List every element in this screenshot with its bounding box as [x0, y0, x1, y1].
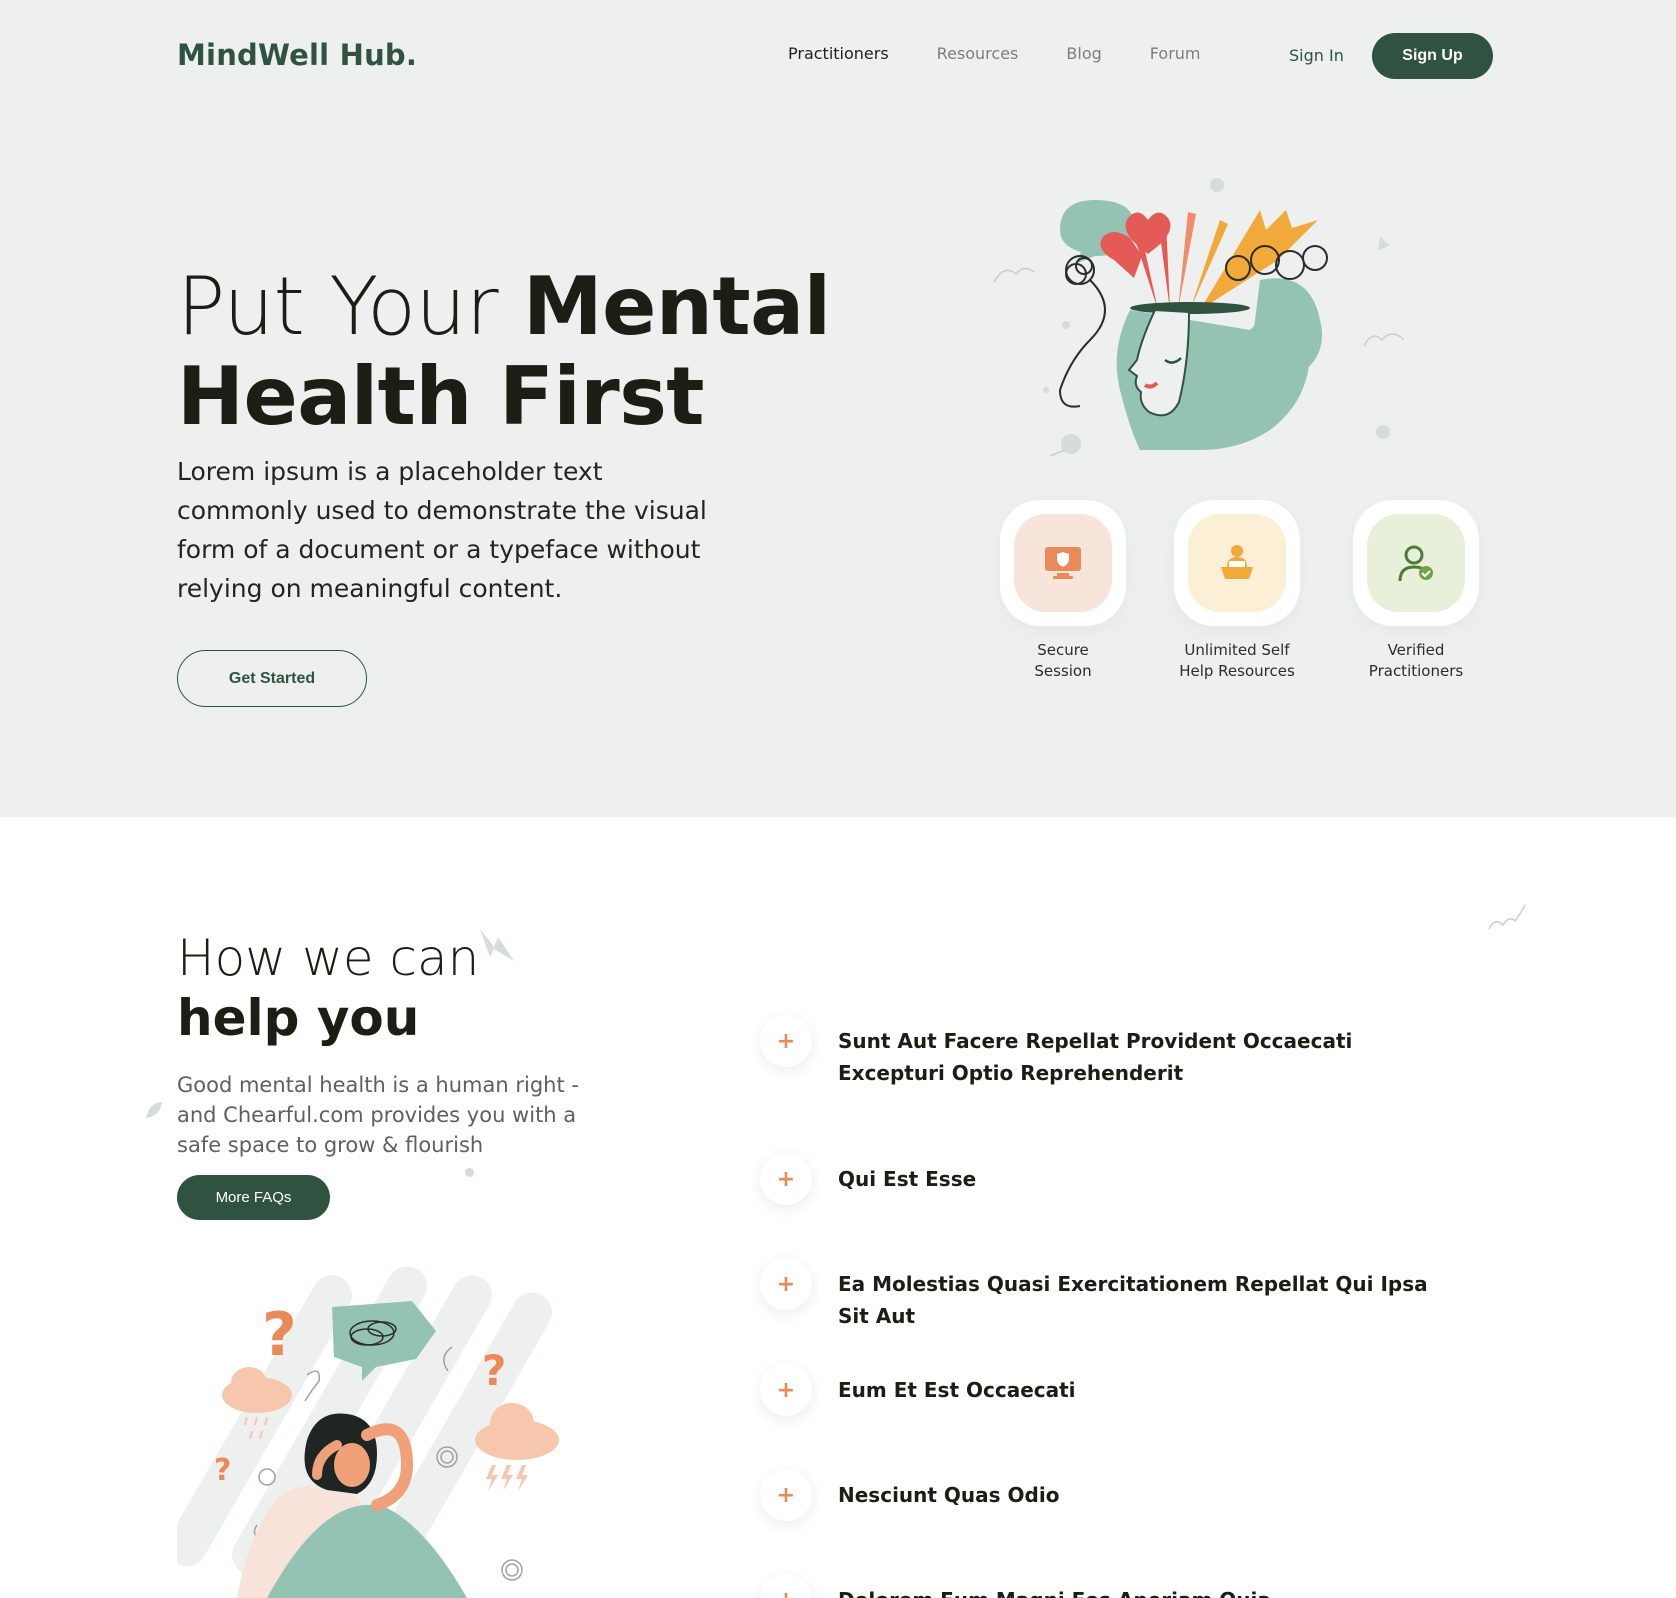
svg-text:?: ?	[262, 1300, 297, 1370]
hero-title-thin: Put Your	[177, 260, 524, 353]
lightning-decoration	[480, 929, 514, 961]
hero-title: Put Your Mental Health First	[177, 262, 831, 442]
help-title: How we can help you	[177, 928, 479, 1048]
faq-list: + Sunt Aut Facere Repellat Provident Occ…	[760, 0, 1440, 1598]
plus-icon[interactable]: +	[760, 1153, 812, 1205]
help-title-bold: help you	[177, 989, 420, 1047]
more-faqs-button[interactable]: More FAQs	[177, 1175, 330, 1220]
plus-icon[interactable]: +	[760, 1364, 812, 1416]
stressed-woman-illustration: ? ? ?	[177, 1266, 559, 1598]
dot-decoration	[465, 1168, 474, 1177]
help-description: Good mental health is a human right - an…	[177, 1073, 579, 1157]
faq-question[interactable]: Ea Molestias Quasi Exercitationem Repell…	[838, 1268, 1438, 1332]
leaf-decoration	[146, 1102, 162, 1118]
svg-text:?: ?	[214, 1453, 231, 1488]
faq-question[interactable]: Nesciunt Quas Odio	[838, 1479, 1438, 1511]
faq-question[interactable]: Dolorem Eum Magni Eos Aperiam Quia	[838, 1584, 1438, 1598]
hero-title-bold-2: Health First	[177, 350, 705, 443]
plus-icon[interactable]: +	[760, 1015, 812, 1067]
svg-text:?: ?	[482, 1346, 506, 1395]
hero-description: Lorem ipsum is a placeholder text common…	[177, 457, 707, 603]
plus-icon[interactable]: +	[760, 1574, 812, 1598]
get-started-button[interactable]: Get Started	[177, 650, 367, 707]
plus-icon[interactable]: +	[760, 1258, 812, 1310]
faq-question[interactable]: Eum Et Est Occaecati	[838, 1374, 1438, 1406]
scribble-decoration	[1488, 904, 1526, 930]
site-logo[interactable]: MindWell Hub.	[177, 38, 417, 72]
faq-question[interactable]: Sunt Aut Facere Repellat Provident Occae…	[838, 1025, 1438, 1089]
plus-icon[interactable]: +	[760, 1469, 812, 1521]
faq-question[interactable]: Qui Est Esse	[838, 1163, 1438, 1195]
help-title-thin: How we can	[177, 929, 480, 987]
